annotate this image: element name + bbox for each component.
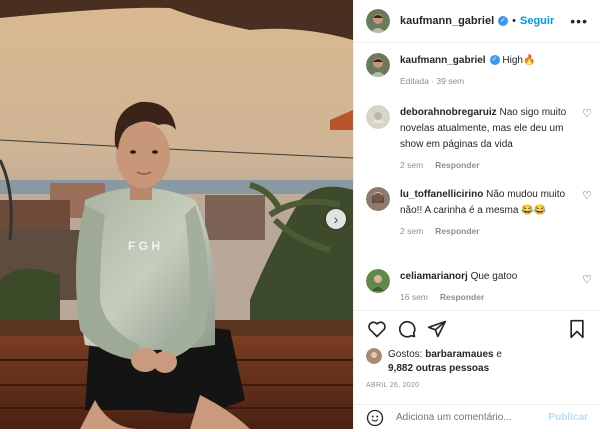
like-comment-heart-icon[interactable]: ♡ [582,273,592,286]
comment-username[interactable]: deborahnobregaruiz [400,107,497,118]
comment-item: deborahnobregaruiz Nao sigo muito novela… [354,105,600,173]
likes-conj: e [493,349,502,360]
emoji-icon[interactable] [366,409,384,427]
comment-item: lu_toffanellicirino Não mudou muito não!… [354,187,600,239]
bookmark-icon[interactable] [566,318,588,340]
reply-button[interactable]: Responder [435,160,479,170]
chevron-right-icon: › [333,211,339,227]
comment-time[interactable]: 2 sem [400,226,423,236]
like-heart-icon[interactable] [366,318,388,340]
separator-dot: • [512,15,516,27]
author-avatar[interactable] [366,9,390,33]
author-avatar[interactable] [366,53,390,77]
comment-username[interactable]: lu_toffanellicirino [400,189,483,200]
like-comment-heart-icon[interactable]: ♡ [582,107,592,120]
comment-time[interactable]: 2 sem [400,160,423,170]
more-options-icon[interactable]: ••• [570,13,588,29]
comment-item: celiamarianorj Que gatoo 16 sem Responder… [354,269,600,305]
post-date[interactable]: ABRIL 26, 2020 [366,382,419,389]
commenter-avatar[interactable] [366,187,390,211]
reply-button[interactable]: Responder [440,292,484,302]
likes-prefix: Gostos: [388,349,426,360]
post-photo[interactable]: F G H › [0,0,353,429]
post-header: kaufmann_gabriel ✓ • Seguir ••• [354,0,600,43]
verified-badge-icon: ✓ [489,55,500,66]
likes-summary: Gostos: barbaramaues e 9,882 outras pess… [366,348,588,376]
comment-username[interactable]: celiamarianorj [400,271,468,282]
caption-meta: Editada · 39 sem [400,73,570,89]
publish-button[interactable]: Publicar [549,412,588,423]
liker-username[interactable]: barbaramaues [425,349,493,360]
caption-edited-time: Editada · 39 sem [400,76,465,86]
author-username[interactable]: kaufmann_gabriel [400,15,494,27]
next-photo-button[interactable]: › [326,209,346,229]
comment-text: Que gatoo [470,271,518,282]
comment-bubble-icon[interactable] [396,318,418,340]
caption: kaufmann_gabriel ✓ High🔥 Editada · 39 sem [354,53,600,89]
like-comment-heart-icon[interactable]: ♡ [582,189,592,202]
commenter-avatar[interactable] [366,269,390,293]
likes-others-link[interactable]: 9,882 outras pessoas [388,363,489,374]
commenter-avatar[interactable] [366,105,390,129]
follow-button[interactable]: Seguir [520,15,554,27]
comment-time[interactable]: 16 sem [400,292,428,302]
photo-image: F G H [0,0,353,429]
add-comment-bar: Publicar [354,404,600,430]
comments-list[interactable]: kaufmann_gabriel ✓ High🔥 Editada · 39 sem… [354,43,600,308]
caption-text: High🔥 [502,55,536,66]
instagram-post: F G H › kaufmann_gabriel ✓ • Seguir ••• [0,0,600,429]
verified-badge-icon: ✓ [498,16,509,26]
post-side-panel: kaufmann_gabriel ✓ • Seguir ••• kaufmann… [353,0,600,429]
liker-avatar[interactable] [366,348,382,364]
svg-text:F G H: F G H [128,239,160,253]
comment-input[interactable] [394,411,549,424]
action-bar [354,310,600,347]
reply-button[interactable]: Responder [435,226,479,236]
caption-username[interactable]: kaufmann_gabriel [400,55,486,66]
share-paper-plane-icon[interactable] [426,318,448,340]
